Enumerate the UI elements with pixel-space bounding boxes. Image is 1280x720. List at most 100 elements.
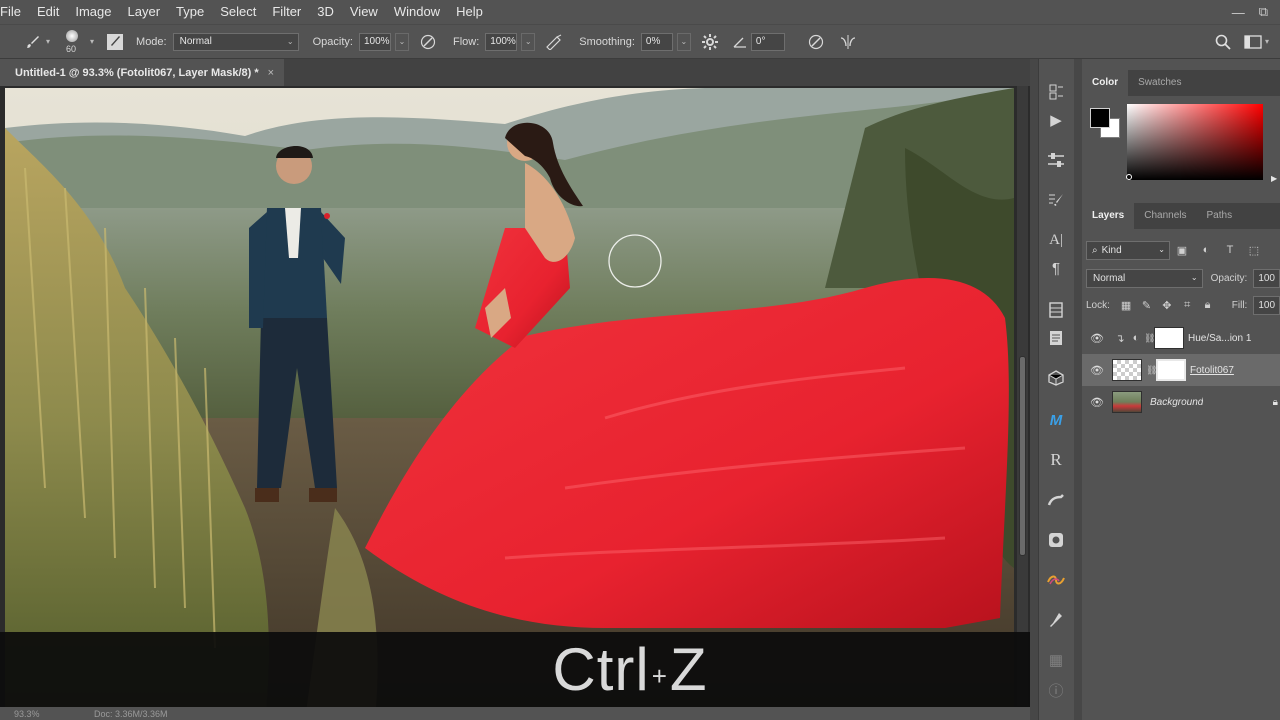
menu-layer[interactable]: Layer bbox=[120, 0, 169, 24]
play-actions-icon[interactable]: ▶ bbox=[1039, 105, 1073, 135]
plugin-swirl-icon[interactable] bbox=[1039, 565, 1073, 595]
photoshop-window: File Edit Image Layer Type Select Filter… bbox=[0, 0, 1280, 720]
eye-icon[interactable]: 👁︎ bbox=[1082, 364, 1112, 377]
hue-slider-caret-icon[interactable]: ▶ bbox=[1271, 174, 1277, 183]
character-icon[interactable]: A| bbox=[1039, 225, 1073, 255]
tab-layers[interactable]: Layers bbox=[1082, 203, 1135, 229]
clone-source-icon[interactable] bbox=[1039, 485, 1073, 515]
tab-paths[interactable]: Paths bbox=[1197, 203, 1243, 229]
menu-help[interactable]: Help bbox=[448, 0, 491, 24]
workspace-icon[interactable] bbox=[1242, 31, 1264, 53]
eye-icon[interactable]: 👁︎ bbox=[1082, 332, 1112, 345]
airbrush-icon[interactable] bbox=[543, 31, 565, 53]
color-picker-marker[interactable] bbox=[1126, 174, 1132, 180]
canvas-area[interactable] bbox=[0, 86, 1030, 720]
restore-icon[interactable]: ⧉ bbox=[1259, 4, 1268, 20]
libraries-icon[interactable] bbox=[1039, 295, 1073, 325]
layer-row-fotolit067[interactable]: 👁︎ ⛓︎ Fotolit067 bbox=[1082, 354, 1280, 386]
shape-filter-icon[interactable]: ⬚ bbox=[1242, 244, 1266, 257]
search-icon: ⌕ bbox=[1092, 244, 1098, 256]
brush-tool-icon[interactable] bbox=[22, 31, 44, 53]
lock-transparent-icon[interactable]: ▦ bbox=[1116, 299, 1136, 312]
layer-opacity-input[interactable]: 100 bbox=[1253, 268, 1280, 288]
flow-input[interactable]: 100% bbox=[485, 32, 518, 51]
pressure-opacity-icon[interactable] bbox=[417, 31, 439, 53]
tab-channels[interactable]: Channels bbox=[1134, 203, 1196, 229]
lock-position-icon[interactable]: ✥ bbox=[1157, 299, 1177, 312]
layers-panel-tabs: Layers Channels Paths bbox=[1082, 203, 1280, 229]
layer-mask-thumbnail[interactable] bbox=[1156, 359, 1186, 381]
mode-select[interactable]: Normal ⌄ bbox=[172, 32, 299, 51]
tab-swatches[interactable]: Swatches bbox=[1128, 70, 1191, 96]
menu-window[interactable]: Window bbox=[386, 0, 448, 24]
tool-preset-dropdown-icon[interactable]: ▾ bbox=[46, 37, 50, 46]
layer-mask-thumbnail[interactable] bbox=[1154, 327, 1184, 349]
layer-row-hue-saturation[interactable]: 👁︎ ↴ ◐ ⛓︎ Hue/Sa...ion 1 bbox=[1082, 322, 1280, 354]
panel-dock-divider bbox=[1030, 59, 1038, 720]
brush-settings-panel-icon[interactable] bbox=[1039, 185, 1073, 215]
close-icon[interactable]: × bbox=[268, 67, 274, 79]
adjustment-filter-icon[interactable]: ◐ bbox=[1194, 244, 1218, 256]
smoothing-label: Smoothing: bbox=[579, 35, 635, 48]
lock-all-icon[interactable]: 🔒︎ bbox=[1197, 299, 1217, 312]
layer-thumbnail[interactable] bbox=[1112, 359, 1142, 381]
camera-icon[interactable] bbox=[1039, 525, 1073, 555]
dropper-icon[interactable] bbox=[1039, 605, 1073, 635]
menu-edit[interactable]: Edit bbox=[29, 0, 67, 24]
retouch-pro-icon[interactable]: R bbox=[1039, 445, 1073, 475]
blend-mode-select[interactable]: Normal ⌄ bbox=[1086, 268, 1203, 288]
menu-type[interactable]: Type bbox=[168, 0, 212, 24]
menu-image[interactable]: Image bbox=[67, 0, 119, 24]
smoothing-input[interactable]: 0% bbox=[640, 32, 673, 51]
plugin-m-icon[interactable]: M bbox=[1039, 405, 1073, 435]
paragraph-icon[interactable]: ¶ bbox=[1039, 253, 1073, 283]
smoothing-slider-icon[interactable]: ⌄ bbox=[676, 32, 691, 51]
adjustments-icon[interactable] bbox=[1039, 145, 1073, 175]
adjustment-layer-icon: ◐ bbox=[1132, 332, 1140, 344]
notes-icon[interactable] bbox=[1039, 323, 1073, 353]
eye-icon[interactable]: 👁︎ bbox=[1082, 396, 1112, 409]
menu-select[interactable]: Select bbox=[212, 0, 264, 24]
scrollbar-thumb[interactable] bbox=[1019, 356, 1026, 556]
menu-3d[interactable]: 3D bbox=[309, 0, 342, 24]
color-picker-field[interactable] bbox=[1127, 104, 1263, 180]
chevron-down-icon: ⌄ bbox=[1158, 244, 1165, 254]
link-icon[interactable]: ⛓︎ bbox=[1144, 333, 1155, 344]
document-photo[interactable] bbox=[5, 88, 1014, 720]
fill-input[interactable]: 100 bbox=[1253, 295, 1280, 315]
opacity-slider-icon[interactable]: ⌄ bbox=[394, 32, 409, 51]
opacity-input[interactable]: 100% bbox=[358, 32, 391, 51]
tab-color[interactable]: Color bbox=[1082, 70, 1129, 96]
layer-thumbnail[interactable] bbox=[1112, 391, 1142, 413]
foreground-color-swatch[interactable] bbox=[1090, 108, 1110, 128]
brush-dropdown-icon[interactable]: ▾ bbox=[90, 37, 94, 46]
minimize-icon[interactable]: — bbox=[1232, 5, 1245, 20]
zoom-level[interactable]: 93.3% bbox=[14, 709, 94, 719]
pressure-size-icon[interactable] bbox=[805, 31, 827, 53]
menu-file[interactable]: File bbox=[0, 0, 29, 24]
menu-view[interactable]: View bbox=[342, 0, 386, 24]
type-filter-icon[interactable]: T bbox=[1218, 244, 1242, 256]
brush-tip-icon bbox=[66, 29, 79, 42]
lock-pixels-icon[interactable]: ✎ bbox=[1136, 299, 1156, 312]
history-icon[interactable] bbox=[1039, 77, 1073, 107]
canvas-scrollbar[interactable] bbox=[1017, 86, 1028, 706]
brush-settings-icon[interactable] bbox=[104, 31, 126, 53]
menu-filter[interactable]: Filter bbox=[264, 0, 309, 24]
symmetry-icon[interactable] bbox=[837, 31, 859, 53]
angle-input[interactable]: 0° bbox=[750, 32, 785, 51]
gear-icon[interactable] bbox=[699, 31, 721, 53]
layer-filter-row: ⌕ Kind ⌄ ▣ ◐ T ⬚ bbox=[1086, 240, 1280, 260]
link-icon[interactable]: ⛓︎ bbox=[1146, 365, 1157, 376]
document-size[interactable]: Doc: 3.36M/3.36M bbox=[94, 709, 168, 719]
3d-icon[interactable] bbox=[1039, 363, 1073, 393]
brush-preset-picker[interactable]: 60 bbox=[58, 27, 86, 57]
kind-filter-select[interactable]: ⌕ Kind ⌄ bbox=[1086, 240, 1170, 260]
search-icon[interactable] bbox=[1212, 31, 1234, 53]
workspace-dropdown-icon[interactable]: ▾ bbox=[1265, 37, 1269, 46]
layer-row-background[interactable]: 👁︎ Background 🔒︎ bbox=[1082, 386, 1280, 418]
flow-slider-icon[interactable]: ⌄ bbox=[521, 32, 536, 51]
document-tab[interactable]: Untitled-1 @ 93.3% (Fotolit067, Layer Ma… bbox=[0, 59, 284, 86]
image-filter-icon[interactable]: ▣ bbox=[1170, 244, 1194, 257]
lock-artboard-icon[interactable]: ⌗ bbox=[1177, 299, 1197, 312]
